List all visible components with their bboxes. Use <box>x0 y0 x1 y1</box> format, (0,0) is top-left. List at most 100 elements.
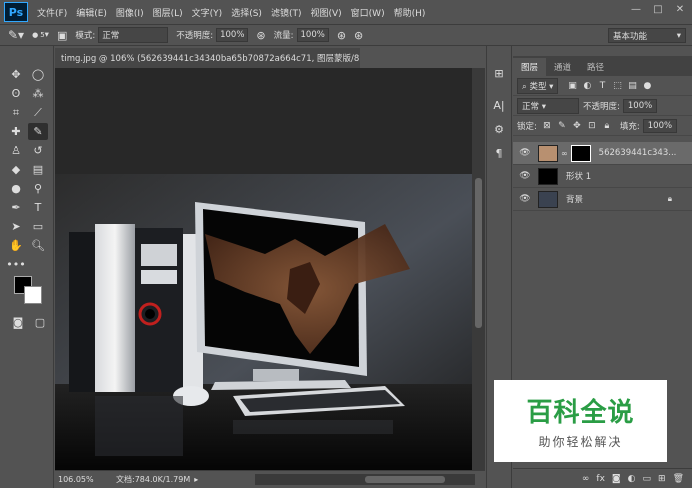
link-layers-icon[interactable]: ∞ <box>582 474 590 484</box>
document-image[interactable] <box>55 174 472 470</box>
workspace-dropdown[interactable]: 基本功能 ▾ <box>608 28 686 43</box>
dodge-icon[interactable]: ⚲ <box>28 180 48 197</box>
fx-icon[interactable]: fx <box>596 474 605 484</box>
marquee-icon[interactable]: ◯ <box>28 66 48 83</box>
layer-row[interactable]: 👁︎ ∞ 562639441c343... <box>513 142 692 165</box>
minimize-icon[interactable]: — <box>628 2 644 16</box>
gradient-icon[interactable]: ▤ <box>28 161 48 178</box>
menu-file[interactable]: 文件(F) <box>37 6 67 19</box>
filter-smart-icon[interactable]: ▤ <box>627 81 637 91</box>
filter-pixel-icon[interactable]: ▣ <box>567 81 577 91</box>
layers-footer: ∞ fx ◙ ◐ ▭ ⊞ 🗑︎ <box>513 468 692 488</box>
move-icon[interactable]: ✥ <box>6 66 26 83</box>
chain-link-icon[interactable]: ∞ <box>561 149 568 158</box>
eye-icon[interactable]: 👁︎ <box>518 194 532 204</box>
layer-name: 562639441c343... <box>598 148 677 158</box>
rectangle-icon[interactable]: ▭ <box>28 218 48 235</box>
stamp-icon[interactable]: ♙ <box>6 142 26 159</box>
zoom-icon[interactable]: 🔍︎ <box>28 237 48 254</box>
flow-field[interactable]: 100% <box>296 28 329 42</box>
adjustment-layer-icon[interactable]: ◐ <box>628 474 636 484</box>
filter-type-icon[interactable]: T <box>597 81 607 91</box>
tab-channels[interactable]: 通道 <box>546 58 579 76</box>
status-arrow-icon[interactable]: ▸ <box>194 475 198 484</box>
filter-shape-icon[interactable]: ⬚ <box>612 81 622 91</box>
lock-artboard-icon[interactable]: ⊡ <box>587 121 597 131</box>
tab-layers[interactable]: 图层 <box>513 58 547 76</box>
crop-icon[interactable]: ⌗ <box>6 104 26 121</box>
mode-dropdown[interactable]: 正常 <box>98 27 169 43</box>
eye-icon[interactable]: 👁︎ <box>518 171 532 181</box>
menu-image[interactable]: 图像(I) <box>116 6 144 19</box>
paragraph-panel-icon[interactable]: ¶ <box>489 144 509 162</box>
zoom-level[interactable]: 106.05% <box>58 475 102 484</box>
layer-thumbnail <box>538 190 558 208</box>
hand-icon[interactable]: ✋ <box>6 237 26 254</box>
filter-adjustment-icon[interactable]: ◐ <box>582 81 592 91</box>
layer-row[interactable]: 👁︎ 背景 🔒︎ <box>513 188 692 211</box>
layer-mask-thumbnail[interactable] <box>570 144 591 162</box>
pressure-size-icon[interactable]: ⊛ <box>354 29 363 42</box>
document-info: 文档:784.0K/1.79M <box>116 475 191 484</box>
add-mask-icon[interactable]: ◙ <box>612 474 621 484</box>
close-icon[interactable]: ✕ <box>672 2 688 16</box>
menu-type[interactable]: 文字(Y) <box>192 6 223 19</box>
menu-filter[interactable]: 滤镜(T) <box>271 6 302 19</box>
horizontal-scrollbar[interactable] <box>255 474 475 485</box>
menu-window[interactable]: 窗口(W) <box>351 6 385 19</box>
color-swatches[interactable] <box>14 276 44 306</box>
window-controls: — □ ✕ <box>628 2 688 16</box>
pc-tower <box>69 224 203 392</box>
history-panel-icon[interactable]: ⊞ <box>489 64 509 82</box>
adjustments-panel-icon[interactable]: ⚙ <box>489 120 509 138</box>
quick-mask-icon[interactable]: ◙ <box>8 314 28 331</box>
brush-tool-preset-icon[interactable]: ✎▾ <box>8 28 24 42</box>
maximize-icon[interactable]: □ <box>650 2 666 16</box>
filter-kind-label: 类型 <box>529 81 547 92</box>
filter-toggle-icon[interactable]: ● <box>642 81 652 91</box>
blend-mode-dropdown[interactable]: 正常 ▾ <box>517 97 579 114</box>
menu-select[interactable]: 选择(S) <box>231 6 262 19</box>
lock-position-icon[interactable]: ✥ <box>572 121 582 131</box>
character-panel-icon[interactable]: A| <box>489 96 509 114</box>
lock-icon: 🔒︎ <box>667 194 672 203</box>
blur-icon[interactable]: ● <box>6 180 26 197</box>
menu-view[interactable]: 视图(V) <box>310 6 341 19</box>
opacity-field[interactable]: 100% <box>216 28 249 42</box>
menu-layer[interactable]: 图层(L) <box>153 6 183 19</box>
brush-icon[interactable]: ✎ <box>28 123 48 140</box>
background-color-swatch[interactable] <box>24 286 42 304</box>
eyedropper-icon[interactable]: ⟋ <box>28 104 48 121</box>
eraser-icon[interactable]: ◆ <box>6 161 26 178</box>
brush-size-picker[interactable]: ● 5 ▾ <box>32 30 49 40</box>
pen-icon[interactable]: ✒ <box>6 199 26 216</box>
screen-mode-icon[interactable]: ▢ <box>30 314 50 331</box>
eye-icon[interactable]: 👁︎ <box>518 148 532 158</box>
path-select-icon[interactable]: ➤ <box>6 218 26 235</box>
document-tab[interactable]: timg.jpg @ 106% (562639441c34340ba65b708… <box>55 48 360 68</box>
vertical-scrollbar[interactable] <box>472 68 485 470</box>
fill-field[interactable]: 100% <box>642 118 678 133</box>
layer-row[interactable]: 👁︎ 形状 1 <box>513 165 692 188</box>
trash-icon[interactable]: 🗑︎ <box>673 474 684 484</box>
lasso-icon[interactable]: ʘ <box>6 85 26 102</box>
filter-kind-dropdown[interactable]: ⌕ 类型 ▾ <box>517 77 559 94</box>
airbrush-icon[interactable]: ⊛ <box>337 29 346 42</box>
healing-icon[interactable]: ✚ <box>6 123 26 140</box>
pressure-opacity-icon[interactable]: ⊛ <box>256 29 265 42</box>
new-group-icon[interactable]: ▭ <box>643 474 652 484</box>
new-layer-icon[interactable]: ⊞ <box>658 474 666 484</box>
magic-wand-icon[interactable]: ⁂ <box>28 85 48 102</box>
tab-paths[interactable]: 路径 <box>579 58 612 76</box>
more-tools-icon[interactable]: ••• <box>6 256 26 273</box>
brush-panel-toggle-icon[interactable]: ▣ <box>57 29 67 42</box>
lock-pixels-icon[interactable]: ✎ <box>557 121 567 131</box>
lock-all-icon[interactable]: 🔒︎ <box>602 121 612 131</box>
history-brush-icon[interactable]: ↺ <box>28 142 48 159</box>
lock-transparency-icon[interactable]: ⊠ <box>542 121 552 131</box>
layer-opacity-field[interactable]: 100% <box>622 98 658 113</box>
menu-edit[interactable]: 编辑(E) <box>76 6 107 19</box>
layers-panel-tabs: 图层 通道 路径 <box>513 56 692 76</box>
type-icon[interactable]: T <box>28 199 48 216</box>
menu-help[interactable]: 帮助(H) <box>394 6 426 19</box>
